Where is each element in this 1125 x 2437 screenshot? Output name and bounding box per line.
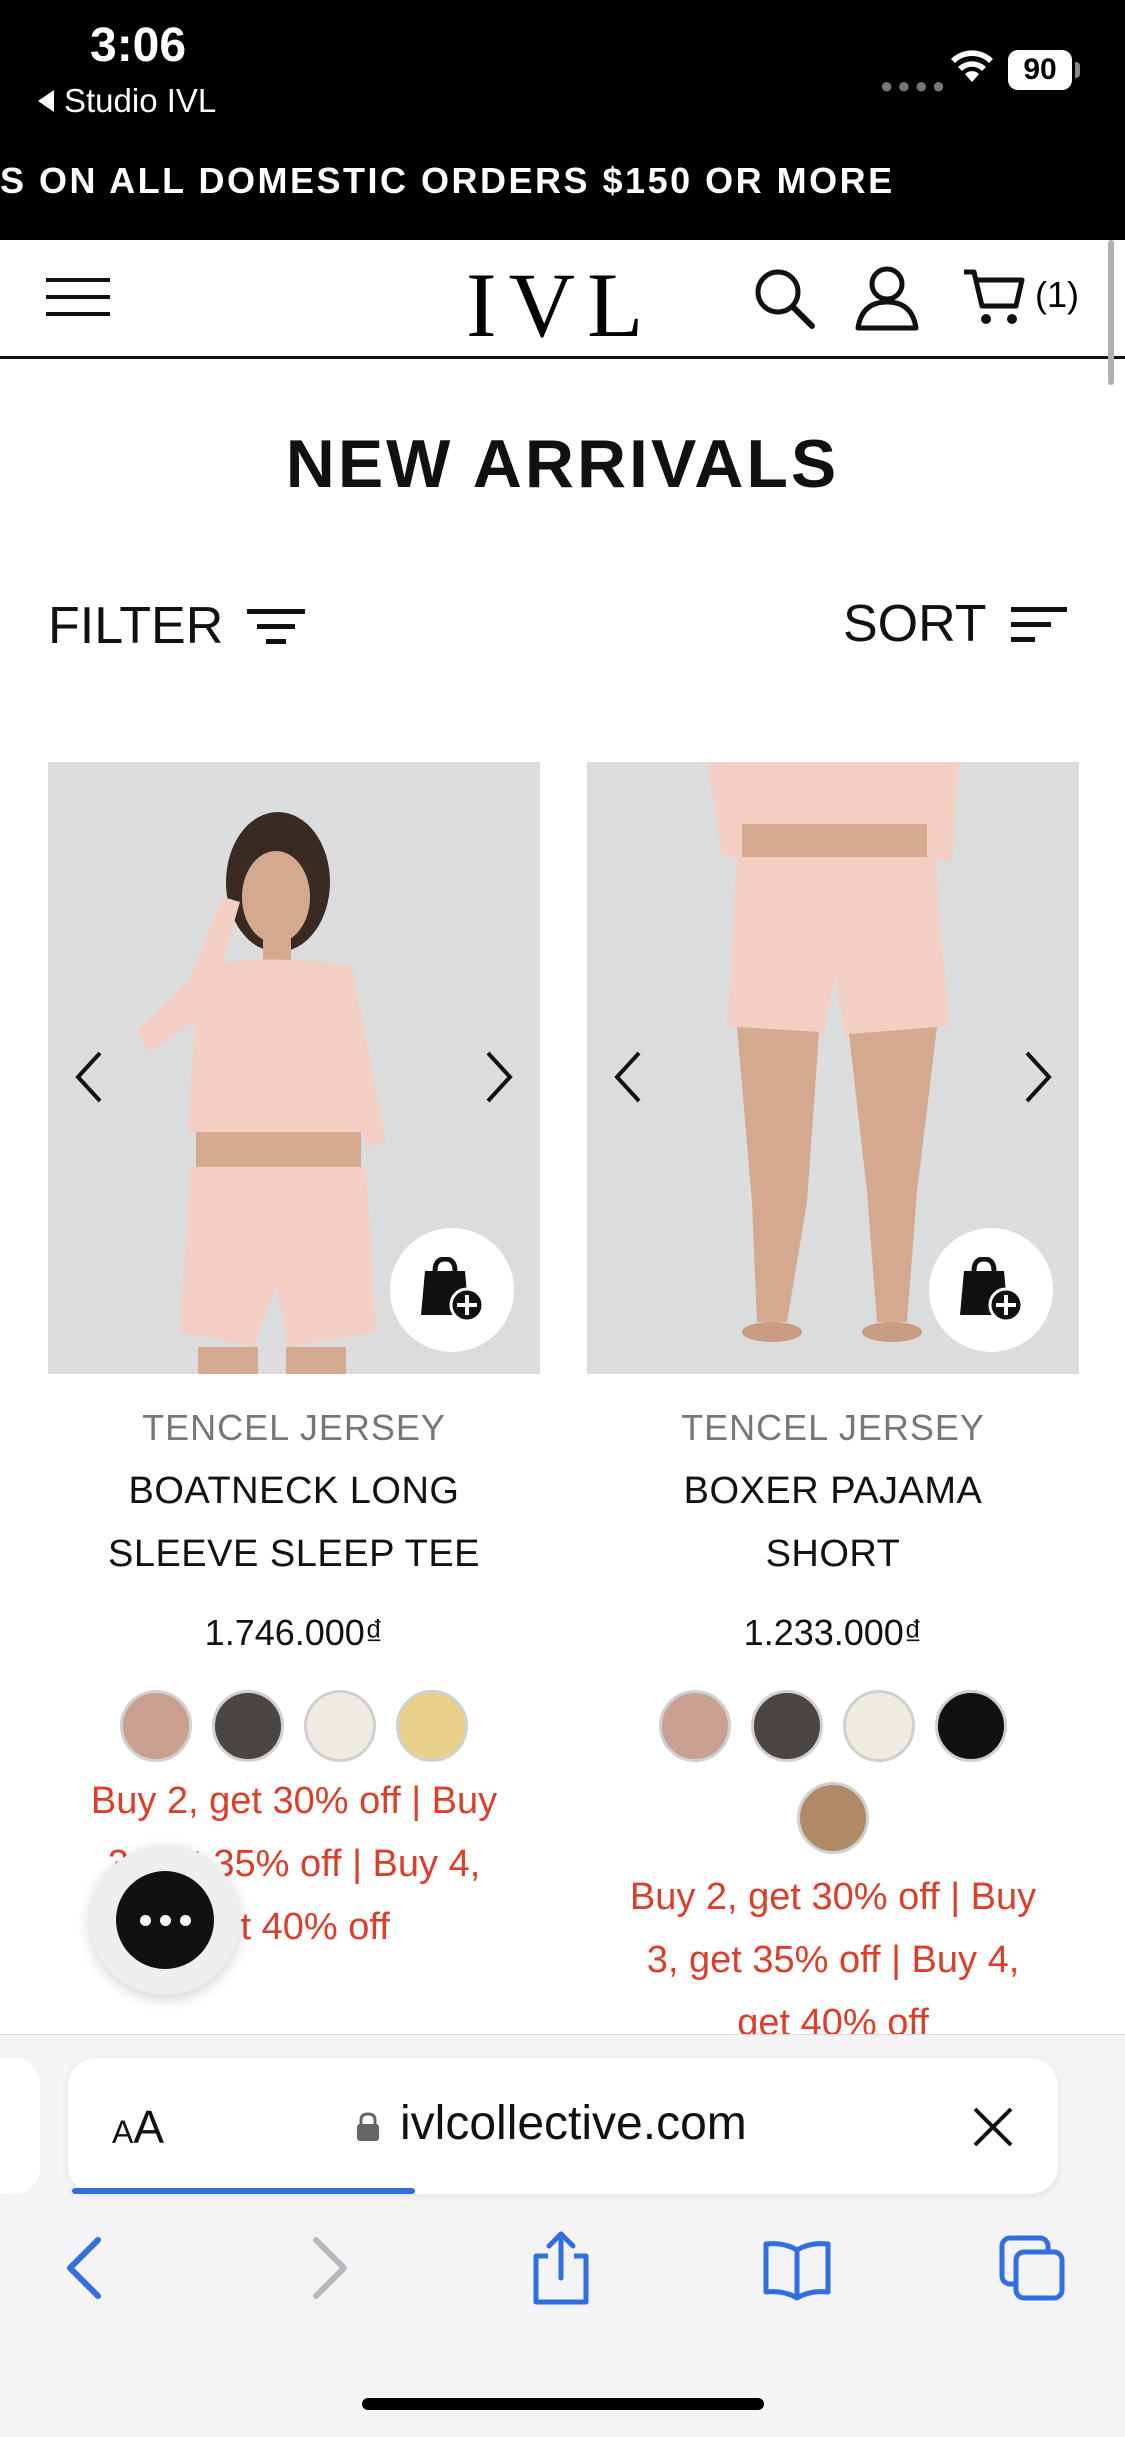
chevron-right-icon[interactable] xyxy=(478,1047,518,1107)
back-triangle-icon xyxy=(38,90,54,112)
forward-icon[interactable] xyxy=(292,2230,362,2306)
color-swatch[interactable] xyxy=(659,1690,731,1762)
shopping-bag-add-icon xyxy=(421,1257,485,1323)
site-logo[interactable]: IVL xyxy=(466,252,655,358)
chevron-right-icon[interactable] xyxy=(1017,1047,1057,1107)
chevron-left-icon[interactable] xyxy=(609,1047,649,1107)
back-icon[interactable] xyxy=(52,2230,122,2306)
color-swatch[interactable] xyxy=(935,1690,1007,1762)
account-icon[interactable] xyxy=(854,264,920,332)
color-swatches xyxy=(48,1690,540,1762)
status-time: 3:06 xyxy=(90,19,187,72)
color-swatch[interactable] xyxy=(797,1782,869,1854)
product-image[interactable] xyxy=(587,762,1079,1374)
promo-banner[interactable]: S ON ALL DOMESTIC ORDERS $150 OR MORE xyxy=(0,160,1125,202)
product-name[interactable]: BOXER PAJAMA SHORT xyxy=(587,1460,1079,1586)
lock-icon xyxy=(357,2112,379,2141)
product-price: 1.233.000₫ xyxy=(743,1612,923,1653)
shopping-bag-add-icon xyxy=(960,1257,1024,1323)
previous-tab-peek[interactable] xyxy=(0,2058,40,2194)
url-text[interactable]: ivlcollective.com xyxy=(400,2096,747,2151)
sort-icon xyxy=(1010,607,1067,642)
product-name-line: SLEEVE SLEEP TEE xyxy=(107,1533,481,1575)
color-swatch[interactable] xyxy=(396,1690,468,1762)
bookmarks-icon[interactable] xyxy=(762,2230,832,2306)
scrollbar[interactable] xyxy=(1108,240,1114,385)
battery-icon: 90 xyxy=(1008,50,1072,90)
offer-line: 3, get 35% off | Buy 4, xyxy=(646,1939,1020,1981)
color-swatch[interactable] xyxy=(212,1690,284,1762)
page-title: NEW ARRIVALS xyxy=(285,426,840,502)
tabs-icon[interactable] xyxy=(998,2230,1068,2306)
sort-label: SORT xyxy=(843,595,987,653)
close-icon[interactable] xyxy=(972,2106,1014,2148)
share-icon[interactable] xyxy=(526,2230,596,2306)
cart-icon[interactable] xyxy=(962,266,1026,328)
battery-nub xyxy=(1075,62,1080,78)
offer-line: Buy 2, get 30% off | Buy xyxy=(629,1876,1037,1918)
product-category: TENCEL JERSEY xyxy=(142,1407,446,1448)
search-icon[interactable] xyxy=(752,266,816,330)
add-to-bag-button[interactable] xyxy=(390,1228,514,1352)
chevron-left-icon[interactable] xyxy=(70,1047,110,1107)
color-swatch[interactable] xyxy=(304,1690,376,1762)
product-category: TENCEL JERSEY xyxy=(681,1407,985,1448)
filter-label: FILTER xyxy=(48,597,224,655)
home-indicator[interactable] xyxy=(362,2398,764,2410)
filter-icon xyxy=(247,609,306,644)
product-price: 1.746.000₫ xyxy=(204,1612,384,1653)
product-name-line: BOXER PAJAMA xyxy=(683,1470,983,1512)
page-load-progress xyxy=(72,2188,415,2194)
reader-settings-button[interactable]: AAAA xyxy=(112,2100,164,2154)
color-swatch[interactable] xyxy=(751,1690,823,1762)
product-name-line: BOATNECK LONG xyxy=(128,1470,460,1512)
chat-icon xyxy=(116,1871,214,1969)
product-name-line: SHORT xyxy=(765,1533,901,1575)
chat-widget-button[interactable] xyxy=(90,1845,240,1995)
product-image[interactable] xyxy=(48,762,540,1374)
wifi-icon xyxy=(951,50,993,82)
add-to-bag-button[interactable] xyxy=(929,1228,1053,1352)
cart-count[interactable]: (1) xyxy=(1035,274,1079,316)
back-app-label: Studio IVL xyxy=(64,82,217,119)
filter-button[interactable]: FILTER xyxy=(48,596,306,656)
back-to-app-link[interactable]: Studio IVL xyxy=(38,82,216,120)
hamburger-menu-icon[interactable] xyxy=(46,276,110,318)
color-swatch[interactable] xyxy=(843,1690,915,1762)
color-swatch[interactable] xyxy=(120,1690,192,1762)
color-swatches xyxy=(587,1690,1079,1854)
offer-line: Buy 2, get 30% off | Buy xyxy=(90,1780,498,1822)
promo-offer-text: Buy 2, get 30% off | Buy 3, get 35% off … xyxy=(587,1866,1079,2055)
sort-button[interactable]: SORT xyxy=(843,594,1067,654)
cellular-signal-icon: ●●●● xyxy=(880,73,950,98)
product-name[interactable]: BOATNECK LONG SLEEVE SLEEP TEE xyxy=(48,1460,540,1586)
